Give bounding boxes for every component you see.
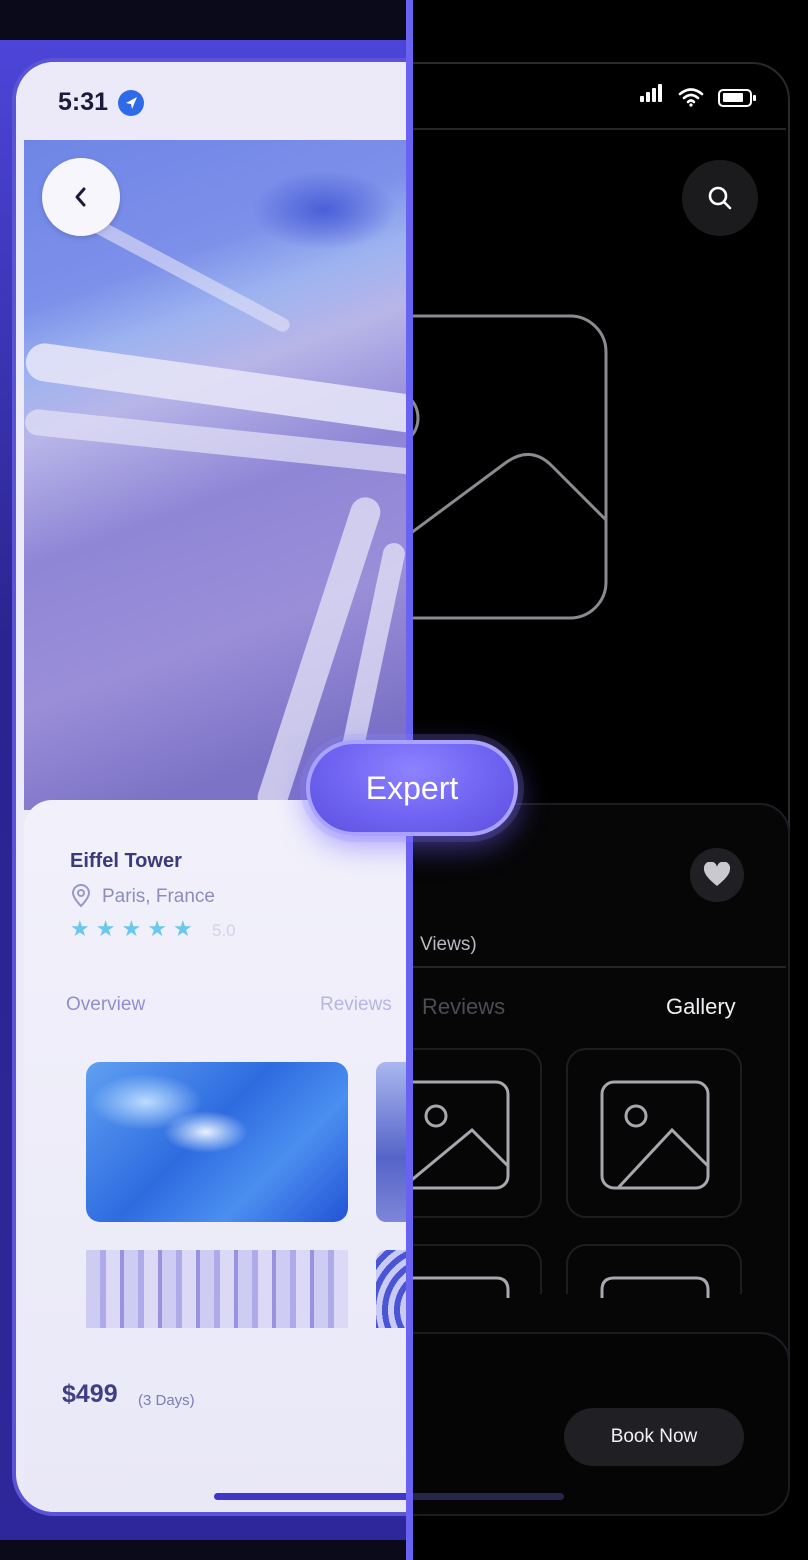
place-location: Paris, France bbox=[102, 886, 215, 907]
image-placeholder-icon bbox=[410, 1080, 510, 1190]
status-bar: 5:31 bbox=[16, 62, 410, 140]
gallery-thumb[interactable] bbox=[566, 1048, 742, 1218]
image-placeholder-icon bbox=[600, 1276, 710, 1298]
rating-stars: ★ ★ ★ ★ ★ bbox=[70, 918, 193, 940]
heart-icon bbox=[703, 862, 731, 886]
expert-badge: Expert bbox=[306, 740, 518, 836]
gallery-image[interactable] bbox=[376, 1062, 410, 1222]
back-button[interactable] bbox=[42, 158, 120, 236]
star-icon: ★ bbox=[70, 916, 90, 941]
location-arrow-icon bbox=[118, 90, 144, 116]
star-icon: ★ bbox=[147, 916, 167, 941]
book-now-button[interactable]: Book Now bbox=[564, 1408, 744, 1466]
tab-reviews[interactable]: Reviews bbox=[320, 994, 392, 1016]
battery-icon bbox=[718, 89, 756, 107]
search-button[interactable] bbox=[682, 160, 758, 236]
gallery-image[interactable] bbox=[376, 1250, 410, 1328]
back-chevron-icon bbox=[75, 187, 86, 207]
gallery-thumb[interactable] bbox=[410, 1048, 542, 1218]
star-icon: ★ bbox=[172, 916, 193, 941]
status-icons bbox=[640, 84, 756, 107]
tab-overview[interactable]: Overview bbox=[66, 994, 145, 1016]
home-indicator bbox=[410, 1493, 564, 1500]
tab-gallery[interactable]: Gallery bbox=[666, 994, 736, 1020]
rating-value: 5.0 bbox=[212, 921, 236, 940]
tab-reviews[interactable]: Reviews bbox=[422, 994, 505, 1020]
star-icon: ★ bbox=[95, 916, 116, 941]
price: $499 bbox=[62, 1380, 118, 1408]
gallery-thumb[interactable] bbox=[410, 1244, 542, 1298]
views-count: Views) bbox=[420, 934, 477, 955]
price-duration: (3 Days) bbox=[138, 1392, 195, 1409]
gallery-image[interactable] bbox=[86, 1250, 348, 1328]
details-card: Eiffel Tower Paris, France ★ ★ ★ ★ ★ 5.0… bbox=[24, 800, 410, 1512]
wifi-icon bbox=[678, 88, 704, 107]
hero-image bbox=[23, 140, 410, 840]
status-time: 5:31 bbox=[58, 88, 109, 116]
divider bbox=[410, 128, 786, 130]
pin-icon bbox=[71, 884, 91, 908]
home-indicator bbox=[214, 1493, 410, 1500]
favorite-button[interactable] bbox=[690, 848, 744, 902]
image-placeholder-icon bbox=[410, 314, 608, 620]
search-icon bbox=[708, 186, 732, 210]
place-title: Eiffel Tower bbox=[70, 850, 182, 872]
image-placeholder-icon bbox=[410, 1276, 510, 1298]
signal-icon bbox=[640, 84, 664, 107]
star-icon: ★ bbox=[121, 916, 142, 941]
gallery-thumb[interactable] bbox=[566, 1244, 742, 1298]
gallery-image[interactable] bbox=[86, 1062, 348, 1222]
image-placeholder-icon bbox=[600, 1080, 710, 1190]
divider bbox=[410, 966, 786, 968]
